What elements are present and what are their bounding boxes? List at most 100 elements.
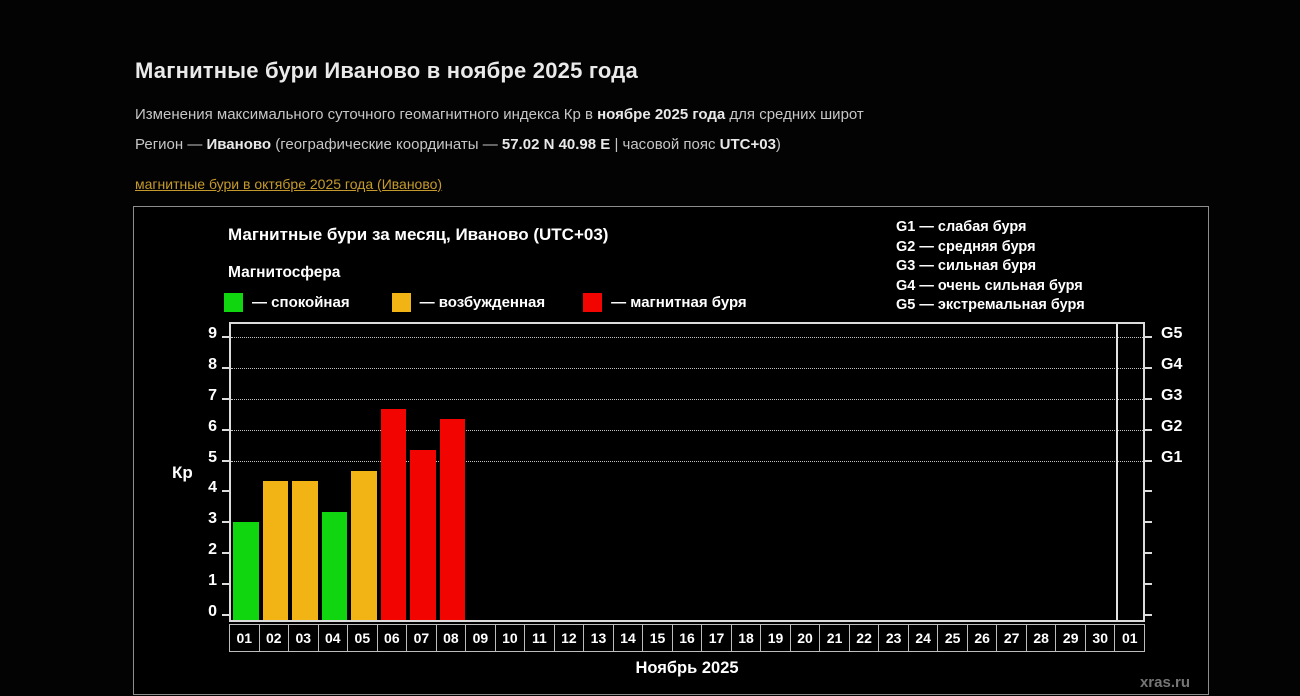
y-tick-left-0: [222, 614, 229, 616]
y-tick-left-3: [222, 521, 229, 523]
kp-bar-day-01: [233, 522, 259, 620]
subtitle-month: ноябре 2025 года: [597, 106, 725, 123]
day-cell-22: 22: [849, 624, 880, 652]
subtitle-line: Изменения максимального суточного геомаг…: [135, 106, 1300, 123]
y-tick-left-5: [222, 460, 229, 462]
subtitle-prefix: Изменения максимального суточного геомаг…: [135, 106, 597, 123]
prev-month-link[interactable]: магнитные бури в октябре 2025 года (Иван…: [135, 176, 442, 192]
legend-row: — спокойная — возбужденная — магнитная бур…: [224, 291, 747, 313]
x-axis-day-row: 0102030405060708091011121314151617181920…: [229, 624, 1145, 652]
y-tick-left-1: [222, 583, 229, 585]
y-tick-label-0: 0: [177, 603, 217, 621]
legend-label-storm: — магнитная буря: [611, 294, 747, 311]
day-cell-03: 03: [288, 624, 319, 652]
g-scale-legend: G1 — слабая буряG2 — средняя буряG3 — си…: [896, 218, 1085, 316]
gridline-kp6: [231, 430, 1143, 431]
legend-swatch-storm: [583, 293, 602, 312]
day-cell-26: 26: [967, 624, 998, 652]
y-tick-right-5: [1145, 460, 1152, 462]
day-cell-13: 13: [583, 624, 614, 652]
g-tick-label-G5: G5: [1161, 325, 1182, 343]
y-tick-right-9: [1145, 336, 1152, 338]
day-cell-10: 10: [495, 624, 526, 652]
day-cell-20: 20: [790, 624, 821, 652]
gridline-kp5: [231, 461, 1143, 462]
day-cell-11: 11: [524, 624, 555, 652]
y-tick-right-8: [1145, 367, 1152, 369]
y-tick-label-1: 1: [177, 572, 217, 590]
day-cell-21: 21: [819, 624, 850, 652]
day-cell-05: 05: [347, 624, 378, 652]
y-tick-left-6: [222, 429, 229, 431]
chart-title: Магнитные бури за месяц, Иваново (UTC+03…: [228, 225, 608, 245]
g-tick-label-G3: G3: [1161, 387, 1182, 405]
day-cell-29: 29: [1055, 624, 1086, 652]
day-cell-16: 16: [672, 624, 703, 652]
kp-bar-day-06: [381, 409, 407, 620]
day-cell-25: 25: [937, 624, 968, 652]
y-tick-label-6: 6: [177, 418, 217, 436]
g-legend-line: G2 — средняя буря: [896, 238, 1085, 258]
y-tick-right-0: [1145, 614, 1152, 616]
day-cell-08: 08: [436, 624, 467, 652]
y-tick-left-8: [222, 367, 229, 369]
legend-item-storm: — магнитная буря: [583, 293, 747, 312]
y-tick-right-1: [1145, 583, 1152, 585]
y-tick-right-4: [1145, 490, 1152, 492]
region-mid2: | часовой пояс: [610, 136, 719, 153]
kp-bar-day-02: [263, 481, 289, 620]
y-tick-label-5: 5: [177, 449, 217, 467]
day-cell-19: 19: [760, 624, 791, 652]
day-cell-09: 09: [465, 624, 496, 652]
kp-bar-day-05: [351, 471, 377, 620]
region-prefix: Регион —: [135, 136, 207, 153]
plot-area: [229, 322, 1145, 622]
day-cell-17: 17: [701, 624, 732, 652]
day-cell-15: 15: [642, 624, 673, 652]
region-timezone: UTC+03: [720, 136, 776, 153]
day-cell-01: 01: [229, 624, 260, 652]
subtitle-suffix: для средних широт: [725, 106, 864, 123]
day-cell-27: 27: [996, 624, 1027, 652]
y-tick-left-9: [222, 336, 229, 338]
g-legend-line: G3 — сильная буря: [896, 257, 1085, 277]
y-tick-label-2: 2: [177, 541, 217, 559]
region-line: Регион — Иваново (географические координ…: [135, 136, 1300, 153]
kp-bar-day-08: [440, 419, 466, 620]
day-cell-30: 30: [1085, 624, 1116, 652]
day-cell-next-01: 01: [1114, 624, 1145, 652]
day-cell-24: 24: [908, 624, 939, 652]
y-tick-left-4: [222, 490, 229, 492]
y-tick-label-8: 8: [177, 356, 217, 374]
legend-label-quiet: — спокойная: [252, 294, 350, 311]
y-tick-right-6: [1145, 429, 1152, 431]
y-tick-label-3: 3: [177, 510, 217, 528]
day-cell-23: 23: [878, 624, 909, 652]
day-cell-07: 07: [406, 624, 437, 652]
day-cell-04: 04: [318, 624, 349, 652]
legend-title: Магнитосфера: [228, 264, 340, 282]
y-tick-label-9: 9: [177, 325, 217, 343]
region-mid1: (географические координаты —: [271, 136, 502, 153]
y-tick-label-7: 7: [177, 387, 217, 405]
legend-swatch-unsettled: [392, 293, 411, 312]
gridline-kp7: [231, 399, 1143, 400]
legend-label-unsettled: — возбужденная: [420, 294, 546, 311]
kp-bar-day-07: [410, 450, 436, 620]
month-separator-line: [1116, 324, 1118, 620]
y-tick-right-3: [1145, 521, 1152, 523]
g-tick-label-G4: G4: [1161, 356, 1182, 374]
y-tick-label-4: 4: [177, 479, 217, 497]
day-cell-18: 18: [731, 624, 762, 652]
g-legend-line: G1 — слабая буря: [896, 218, 1085, 238]
day-cell-28: 28: [1026, 624, 1057, 652]
day-cell-06: 06: [377, 624, 408, 652]
y-tick-right-7: [1145, 398, 1152, 400]
y-tick-right-2: [1145, 552, 1152, 554]
region-suffix: ): [776, 136, 781, 153]
y-tick-left-7: [222, 398, 229, 400]
legend-item-unsettled: — возбужденная: [392, 293, 546, 312]
g-legend-line: G4 — очень сильная буря: [896, 277, 1085, 297]
watermark: xras.ru: [1140, 674, 1190, 691]
y-tick-left-2: [222, 552, 229, 554]
